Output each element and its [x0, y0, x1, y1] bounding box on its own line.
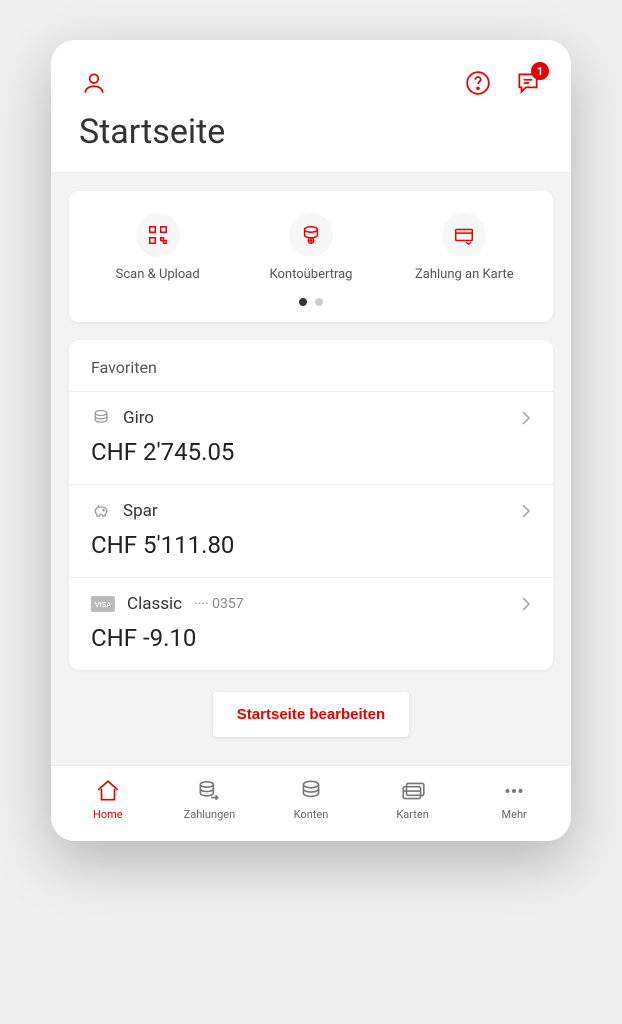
favorites-card: Favoriten Giro CHF 2'745.05: [69, 340, 553, 670]
chevron-right-icon: [521, 503, 531, 519]
action-transfer[interactable]: Kontoübertrag: [234, 213, 387, 282]
edit-home-button[interactable]: Startseite bearbeiten: [213, 692, 409, 737]
accounts-icon: [298, 778, 324, 804]
page-title-bar: Startseite: [51, 112, 571, 173]
action-label: Zahlung an Karte: [415, 267, 514, 282]
favorite-amount: CHF -9.10: [91, 624, 531, 652]
device-frame: 1 Startseite Scan & Upload: [51, 40, 571, 841]
favorite-amount: CHF 5'111.80: [91, 531, 531, 559]
header-bar: 1: [51, 40, 571, 112]
action-label: Kontoübertrag: [270, 267, 353, 282]
quick-actions-card: Scan & Upload Kontoübertrag: [69, 191, 553, 322]
svg-text:VISA: VISA: [95, 602, 111, 609]
card-payment-icon: [452, 224, 476, 246]
favorite-item-giro[interactable]: Giro CHF 2'745.05: [69, 392, 553, 485]
favorite-name: Classic: [127, 594, 182, 614]
favorite-name: Giro: [123, 408, 154, 428]
tab-label: Home: [93, 808, 123, 821]
favorite-amount: CHF 2'745.05: [91, 438, 531, 466]
piggy-icon: [91, 501, 111, 521]
profile-icon[interactable]: [79, 68, 109, 98]
main-content: Scan & Upload Kontoübertrag: [51, 173, 571, 765]
help-icon[interactable]: [463, 68, 493, 98]
favorite-item-spar[interactable]: Spar CHF 5'111.80: [69, 485, 553, 578]
tab-more[interactable]: Mehr: [463, 778, 565, 821]
carousel-dots: [81, 298, 541, 306]
coins-icon: [91, 408, 111, 428]
chevron-right-icon: [521, 410, 531, 426]
favorite-sub: ···· 0357: [194, 596, 244, 612]
home-icon: [95, 778, 121, 804]
payments-icon: [196, 778, 222, 804]
favorite-item-classic[interactable]: VISA Classic ···· 0357 CHF -9.10: [69, 578, 553, 670]
cards-icon: [400, 778, 426, 804]
action-card-payment[interactable]: Zahlung an Karte: [388, 213, 541, 282]
tab-home[interactable]: Home: [57, 778, 159, 821]
tab-label: Mehr: [502, 808, 527, 821]
favorite-name: Spar: [123, 501, 158, 521]
tab-label: Konten: [294, 808, 329, 821]
tab-label: Zahlungen: [184, 808, 236, 821]
action-scan-upload[interactable]: Scan & Upload: [81, 213, 234, 282]
tab-bar: Home Zahlungen Konten Karten Mehr: [51, 765, 571, 841]
transfer-icon: [300, 224, 322, 246]
messages-icon[interactable]: 1: [513, 68, 543, 98]
qr-icon: [147, 224, 169, 246]
page-title: Startseite: [79, 112, 543, 152]
chevron-right-icon: [521, 596, 531, 612]
action-label: Scan & Upload: [116, 267, 200, 282]
notification-badge: 1: [531, 62, 549, 80]
favorites-heading: Favoriten: [69, 340, 553, 392]
tab-payments[interactable]: Zahlungen: [159, 778, 261, 821]
tab-cards[interactable]: Karten: [362, 778, 464, 821]
more-icon: [501, 778, 527, 804]
tab-accounts[interactable]: Konten: [260, 778, 362, 821]
tab-label: Karten: [396, 808, 428, 821]
dot-inactive: [315, 298, 323, 306]
visa-icon: VISA: [91, 596, 115, 612]
dot-active: [299, 298, 307, 306]
